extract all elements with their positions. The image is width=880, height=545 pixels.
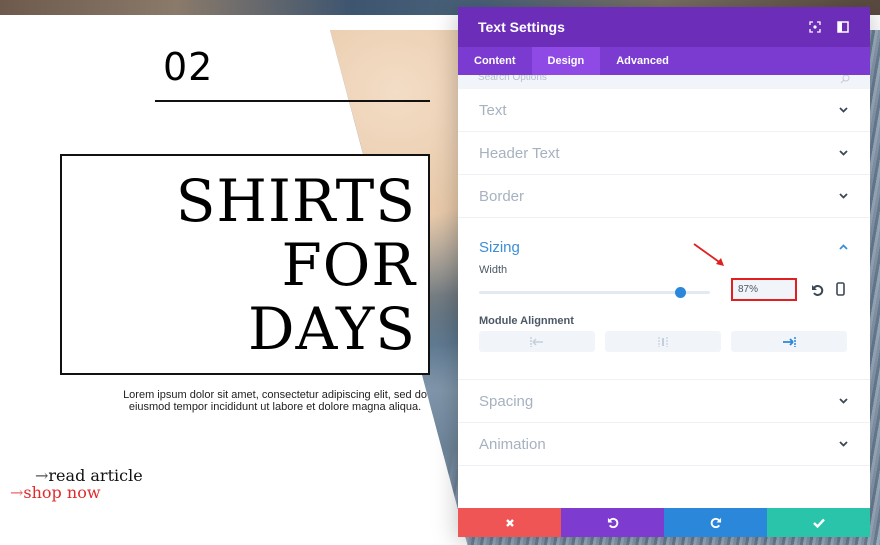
section-number: 02	[163, 45, 214, 89]
section-spacing[interactable]: Spacing	[458, 380, 870, 423]
responsive-phone-icon[interactable]	[836, 281, 846, 296]
section-label: Header Text	[479, 144, 560, 162]
close-icon	[505, 518, 514, 527]
tab-advanced[interactable]: Advanced	[600, 47, 685, 75]
body-text: Lorem ipsum dolor sit amet, consectetur …	[110, 389, 440, 413]
slider-handle[interactable]	[674, 287, 686, 298]
number-divider	[155, 100, 430, 102]
link-label: shop now	[23, 483, 101, 502]
section-label: Animation	[479, 435, 546, 453]
title-line: DAYS	[247, 294, 416, 363]
body-line: Lorem ipsum dolor sit amet, consectetur …	[123, 389, 427, 401]
text-settings-modal: Text Settings Content Design Advanced Te…	[458, 7, 870, 537]
tab-bar: Content Design Advanced	[458, 47, 870, 75]
undo-button[interactable]	[561, 508, 664, 537]
align-right-icon	[783, 336, 796, 347]
title-line: SHIRTS	[175, 166, 416, 235]
alignment-options	[479, 331, 847, 352]
chevron-down-icon	[838, 396, 848, 406]
search-input[interactable]	[478, 75, 778, 83]
section-header-text[interactable]: Header Text	[458, 132, 870, 175]
fullscreen-icon[interactable]	[808, 20, 822, 34]
section-label: Border	[479, 187, 525, 205]
section-text[interactable]: Text	[458, 89, 870, 132]
section-border[interactable]: Border	[458, 175, 870, 218]
align-right-button[interactable]	[731, 331, 847, 352]
align-center-button[interactable]	[605, 331, 721, 352]
title-line: FOR	[281, 230, 416, 299]
chevron-down-icon	[838, 105, 848, 115]
modal-footer	[458, 508, 870, 537]
sizing-header[interactable]: Sizing	[479, 218, 848, 264]
chevron-up-icon	[838, 242, 848, 252]
align-left-button[interactable]	[479, 331, 595, 352]
discard-button[interactable]	[458, 508, 561, 537]
tab-design[interactable]: Design	[531, 47, 601, 75]
reset-icon[interactable]	[811, 282, 825, 296]
shop-now-link[interactable]: →shop now	[10, 483, 101, 502]
arrow-right-icon: →	[10, 483, 24, 502]
section-label: Spacing	[479, 392, 534, 410]
sidebar-icon[interactable]	[836, 20, 850, 34]
title-text-module[interactable]: SHIRTS FOR DAYS	[60, 154, 430, 375]
tab-content[interactable]: Content	[458, 47, 532, 75]
annotation-arrow	[693, 243, 724, 266]
search-icon[interactable]	[840, 75, 850, 88]
checkmark-icon	[812, 518, 825, 528]
align-left-icon	[530, 336, 543, 347]
modal-header[interactable]: Text Settings	[458, 7, 870, 47]
width-label: Width	[479, 264, 508, 276]
align-center-icon	[658, 336, 668, 347]
width-slider[interactable]	[479, 287, 710, 298]
redo-button[interactable]	[664, 508, 767, 537]
save-button[interactable]	[767, 508, 870, 537]
section-animation[interactable]: Animation	[458, 423, 870, 466]
body-line: eiusmod tempor incididunt ut labore et d…	[128, 401, 422, 413]
redo-icon	[710, 517, 721, 528]
chevron-down-icon	[838, 191, 848, 201]
section-label: Text	[479, 101, 507, 119]
section-label: Sizing	[479, 238, 520, 256]
module-alignment-label: Module Alignment	[479, 315, 574, 327]
undo-icon	[607, 517, 618, 528]
chevron-down-icon	[838, 439, 848, 449]
section-sizing: Sizing Width Module Alignment	[458, 218, 870, 380]
modal-title: Text Settings	[478, 19, 565, 35]
chevron-down-icon	[838, 148, 848, 158]
width-value-input[interactable]	[731, 278, 797, 301]
search-bar	[458, 75, 870, 89]
